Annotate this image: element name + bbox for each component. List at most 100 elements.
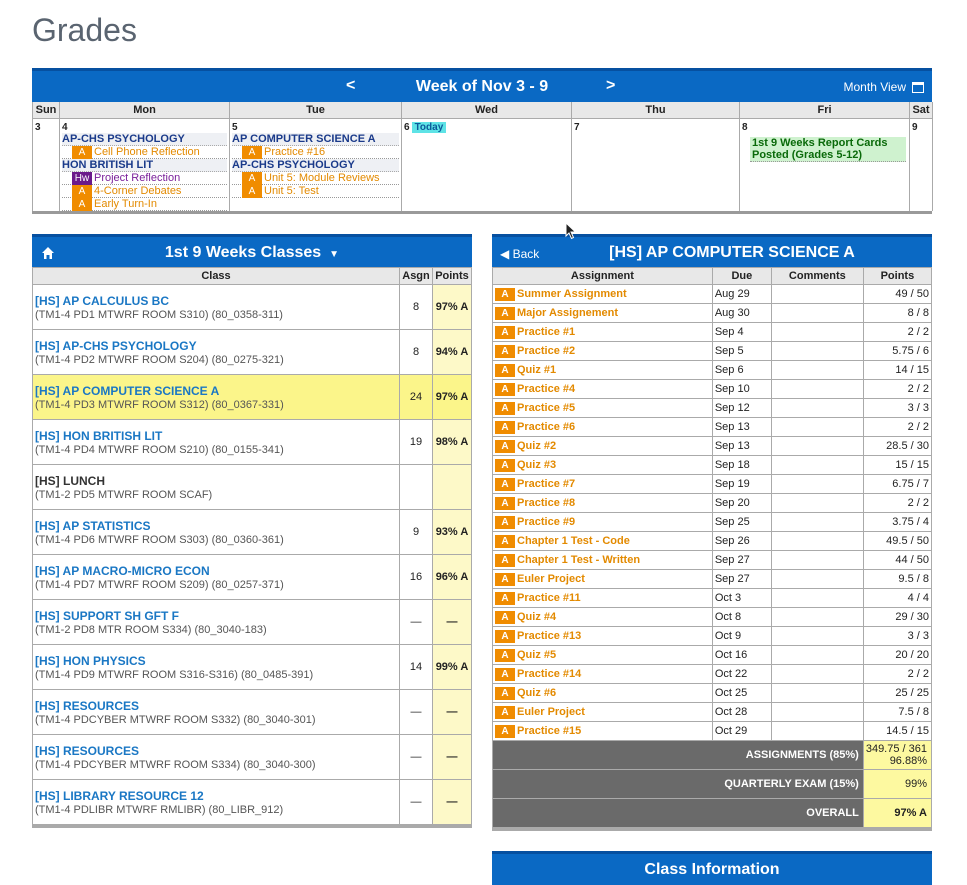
assignment-row[interactable]: A Major Assignement Aug 30 8 / 8 — [492, 303, 933, 323]
assignment-type-badge: A — [495, 515, 515, 529]
class-name-link[interactable]: [HS] AP STATISTICS — [35, 519, 397, 533]
assignment-cell: A Practice #11 — [492, 588, 713, 608]
assignment-row[interactable]: A Practice #7 Sep 19 6.75 / 7 — [492, 474, 933, 494]
class-cell: [HS] AP MACRO-MICRO ECON (TM1-4 PD7 MTWRF… — [32, 554, 400, 600]
due-date: Sep 5 — [711, 341, 772, 361]
assignment-name[interactable]: Quiz #1 — [517, 364, 556, 376]
assignment-row[interactable]: A Practice #5 Sep 12 3 / 3 — [492, 398, 933, 418]
assignment-row[interactable]: A Chapter 1 Test - Written Sep 27 44 / 50 — [492, 550, 933, 570]
class-row[interactable]: [HS] AP STATISTICS (TM1-4 PD6 MTWRF ROOM … — [32, 509, 472, 555]
class-row[interactable]: [HS] SUPPORT SH GFT F (TM1-2 PD8 MTR ROOM… — [32, 599, 472, 645]
class-row[interactable]: [HS] HON PHYSICS (TM1-4 PD9 MTWRF ROOM S3… — [32, 644, 472, 690]
assignment-name[interactable]: Euler Project — [517, 573, 585, 585]
assignment-row[interactable]: A Quiz #4 Oct 8 29 / 30 — [492, 607, 933, 627]
assignment-name[interactable]: Quiz #6 — [517, 687, 556, 699]
assignment-type-badge: A — [495, 420, 515, 434]
day-cell-fri[interactable]: 8 1st 9 Weeks Report Cards Posted (Grades… — [740, 119, 910, 211]
assignment-name[interactable]: Practice #8 — [517, 497, 575, 509]
class-name-link[interactable]: [HS] HON PHYSICS — [35, 654, 397, 668]
class-row[interactable]: [HS] RESOURCES (TM1-4 PDCYBER MTWRF ROOM … — [32, 734, 472, 780]
comments — [770, 588, 864, 608]
calendar-assignment[interactable]: A Unit 5: Test — [232, 185, 399, 198]
assignment-row[interactable]: A Practice #15 Oct 29 14.5 / 15 — [492, 721, 933, 741]
calendar-assignment[interactable]: Hw Project Reflection — [62, 172, 227, 185]
comments — [770, 702, 864, 722]
class-name-link[interactable]: [HS] SUPPORT SH GFT F — [35, 609, 397, 623]
assignment-row[interactable]: A Practice #9 Sep 25 3.75 / 4 — [492, 512, 933, 532]
assignment-type-badge: A — [495, 401, 515, 415]
class-name-link[interactable]: [HS] RESOURCES — [35, 744, 397, 758]
assignment-name[interactable]: Quiz #2 — [517, 440, 556, 452]
assignment-row[interactable]: A Euler Project Sep 27 9.5 / 8 — [492, 569, 933, 589]
class-name-link[interactable]: [HS] AP-CHS PSYCHOLOGY — [35, 339, 397, 353]
day-cell-tue[interactable]: 5 AP COMPUTER SCIENCE A A Practice #16 AP-CH… — [230, 119, 402, 211]
assignment-row[interactable]: A Quiz #3 Sep 18 15 / 15 — [492, 455, 933, 475]
assignment-name[interactable]: Euler Project — [517, 706, 585, 718]
assignment-name[interactable]: Practice #7 — [517, 478, 575, 490]
class-name-link[interactable]: [HS] AP MACRO-MICRO ECON — [35, 564, 397, 578]
class-name-link[interactable]: [HS] RESOURCES — [35, 699, 397, 713]
class-name-link[interactable]: [HS] LIBRARY RESOURCE 12 — [35, 789, 397, 803]
assignment-name[interactable]: Practice #2 — [517, 345, 575, 357]
assignment-name[interactable]: Practice #11 — [517, 592, 581, 604]
assignment-name[interactable]: Practice #4 — [517, 383, 575, 395]
assignment-row[interactable]: A Euler Project Oct 28 7.5 / 8 — [492, 702, 933, 722]
day-cell-mon[interactable]: 4 AP-CHS PSYCHOLOGY A Cell Phone Reflection… — [60, 119, 230, 211]
day-cell-sat[interactable]: 9 — [910, 119, 933, 211]
day-cell-wed[interactable]: 6 Today — [402, 119, 572, 211]
class-name-link[interactable]: [HS] AP COMPUTER SCIENCE A — [35, 384, 397, 398]
calendar-event[interactable]: 1st 9 Weeks Report Cards Posted (Grades … — [750, 137, 906, 162]
assignment-row[interactable]: A Practice #11 Oct 34 / 4 — [492, 588, 933, 608]
assignment-row[interactable]: A Practice #4 Sep 10 2 / 2 — [492, 379, 933, 399]
assignment-name[interactable]: Chapter 1 Test - Code — [517, 535, 630, 547]
assignment-name[interactable]: Summer Assignment — [517, 288, 627, 300]
class-row[interactable]: [HS] AP-CHS PSYCHOLOGY (TM1-4 PD2 MTWRF R… — [32, 329, 472, 375]
assignment-row[interactable]: A Quiz #6 Oct 25 25 / 25 — [492, 683, 933, 703]
assignment-row[interactable]: A Practice #14 Oct 22 2 / 2 — [492, 664, 933, 684]
assignment-row[interactable]: A Summer Assignment Aug 29 49 / 50 — [492, 284, 933, 304]
assignment-row[interactable]: A Practice #8 Sep 20 2 / 2 — [492, 493, 933, 513]
class-row[interactable]: [HS] LIBRARY RESOURCE 12 (TM1-4 PDLIBR MT… — [32, 779, 472, 825]
assignment-name[interactable]: Practice #9 — [517, 516, 575, 528]
day-cell-sun[interactable]: 3 — [33, 119, 60, 211]
assignment-name[interactable]: Quiz #5 — [517, 649, 556, 661]
assignment-name[interactable]: Major Assignement — [517, 307, 618, 319]
day-cell-thu[interactable]: 7 — [572, 119, 740, 211]
class-name-link[interactable]: [HS] AP CALCULUS BC — [35, 294, 397, 308]
class-row[interactable]: [HS] LUNCH (TM1-2 PD5 MTWRF ROOM SCAF) — [32, 464, 472, 510]
assignment-count: — — [399, 779, 433, 825]
assignment-row[interactable]: A Quiz #2 Sep 13 28.5 / 30 — [492, 436, 933, 456]
term-selector[interactable]: 1st 9 Weeks Classes ▼ — [32, 244, 472, 262]
assignment-name[interactable]: Practice #15 — [517, 725, 581, 737]
assignment-name[interactable]: Quiz #4 — [517, 611, 556, 623]
assignment-row[interactable]: A Chapter 1 Test - Code Sep 26 49.5 / 50 — [492, 531, 933, 551]
assignment-row[interactable]: A Practice #13 Oct 93 / 3 — [492, 626, 933, 646]
calendar-assignment[interactable]: A Practice #16 — [232, 146, 399, 159]
calendar-assignment[interactable]: A Cell Phone Reflection — [62, 146, 227, 159]
class-row[interactable]: [HS] AP CALCULUS BC (TM1-4 PD1 MTWRF ROOM… — [32, 284, 472, 330]
assignment-name[interactable]: Practice #1 — [517, 326, 575, 338]
next-week-button[interactable]: > — [606, 77, 615, 95]
calendar-assignment[interactable]: A 4-Corner Debates — [62, 185, 227, 198]
assignment-row[interactable]: A Quiz #5 Oct 16 20 / 20 — [492, 645, 933, 665]
assignment-name[interactable]: Quiz #3 — [517, 459, 556, 471]
class-row[interactable]: [HS] HON BRITISH LIT (TM1-4 PD4 MTWRF ROO… — [32, 419, 472, 465]
assignment-name[interactable]: Practice #5 — [517, 402, 575, 414]
class-information-header[interactable]: Class Information — [492, 851, 932, 885]
assignment-name[interactable]: Practice #6 — [517, 421, 575, 433]
class-row[interactable]: [HS] AP COMPUTER SCIENCE A (TM1-4 PD3 MTW… — [32, 374, 472, 420]
class-row[interactable]: [HS] AP MACRO-MICRO ECON (TM1-4 PD7 MTWRF… — [32, 554, 472, 600]
assignment-row[interactable]: A Practice #2 Sep 5 5.75 / 6 — [492, 341, 933, 361]
assignment-row[interactable]: A Practice #1 Sep 42 / 2 — [492, 322, 933, 342]
class-row[interactable]: [HS] RESOURCES (TM1-4 PDCYBER MTWRF ROOM … — [32, 689, 472, 735]
assignment-row[interactable]: A Quiz #1 Sep 6 14 / 15 — [492, 360, 933, 380]
class-name-link[interactable]: [HS] HON BRITISH LIT — [35, 429, 397, 443]
calendar-class-label: HON BRITISH LIT — [62, 159, 227, 172]
assignment-name[interactable]: Practice #13 — [517, 630, 581, 642]
assignment-row[interactable]: A Practice #6 Sep 13 2 / 2 — [492, 417, 933, 437]
month-view-button[interactable]: Month View — [844, 80, 924, 94]
calendar-assignment[interactable]: A Unit 5: Module Reviews — [232, 172, 399, 185]
assignment-name[interactable]: Practice #14 — [517, 668, 581, 680]
calendar-assignment[interactable]: A Early Turn-In — [62, 198, 227, 211]
assignment-name[interactable]: Chapter 1 Test - Written — [517, 554, 640, 566]
